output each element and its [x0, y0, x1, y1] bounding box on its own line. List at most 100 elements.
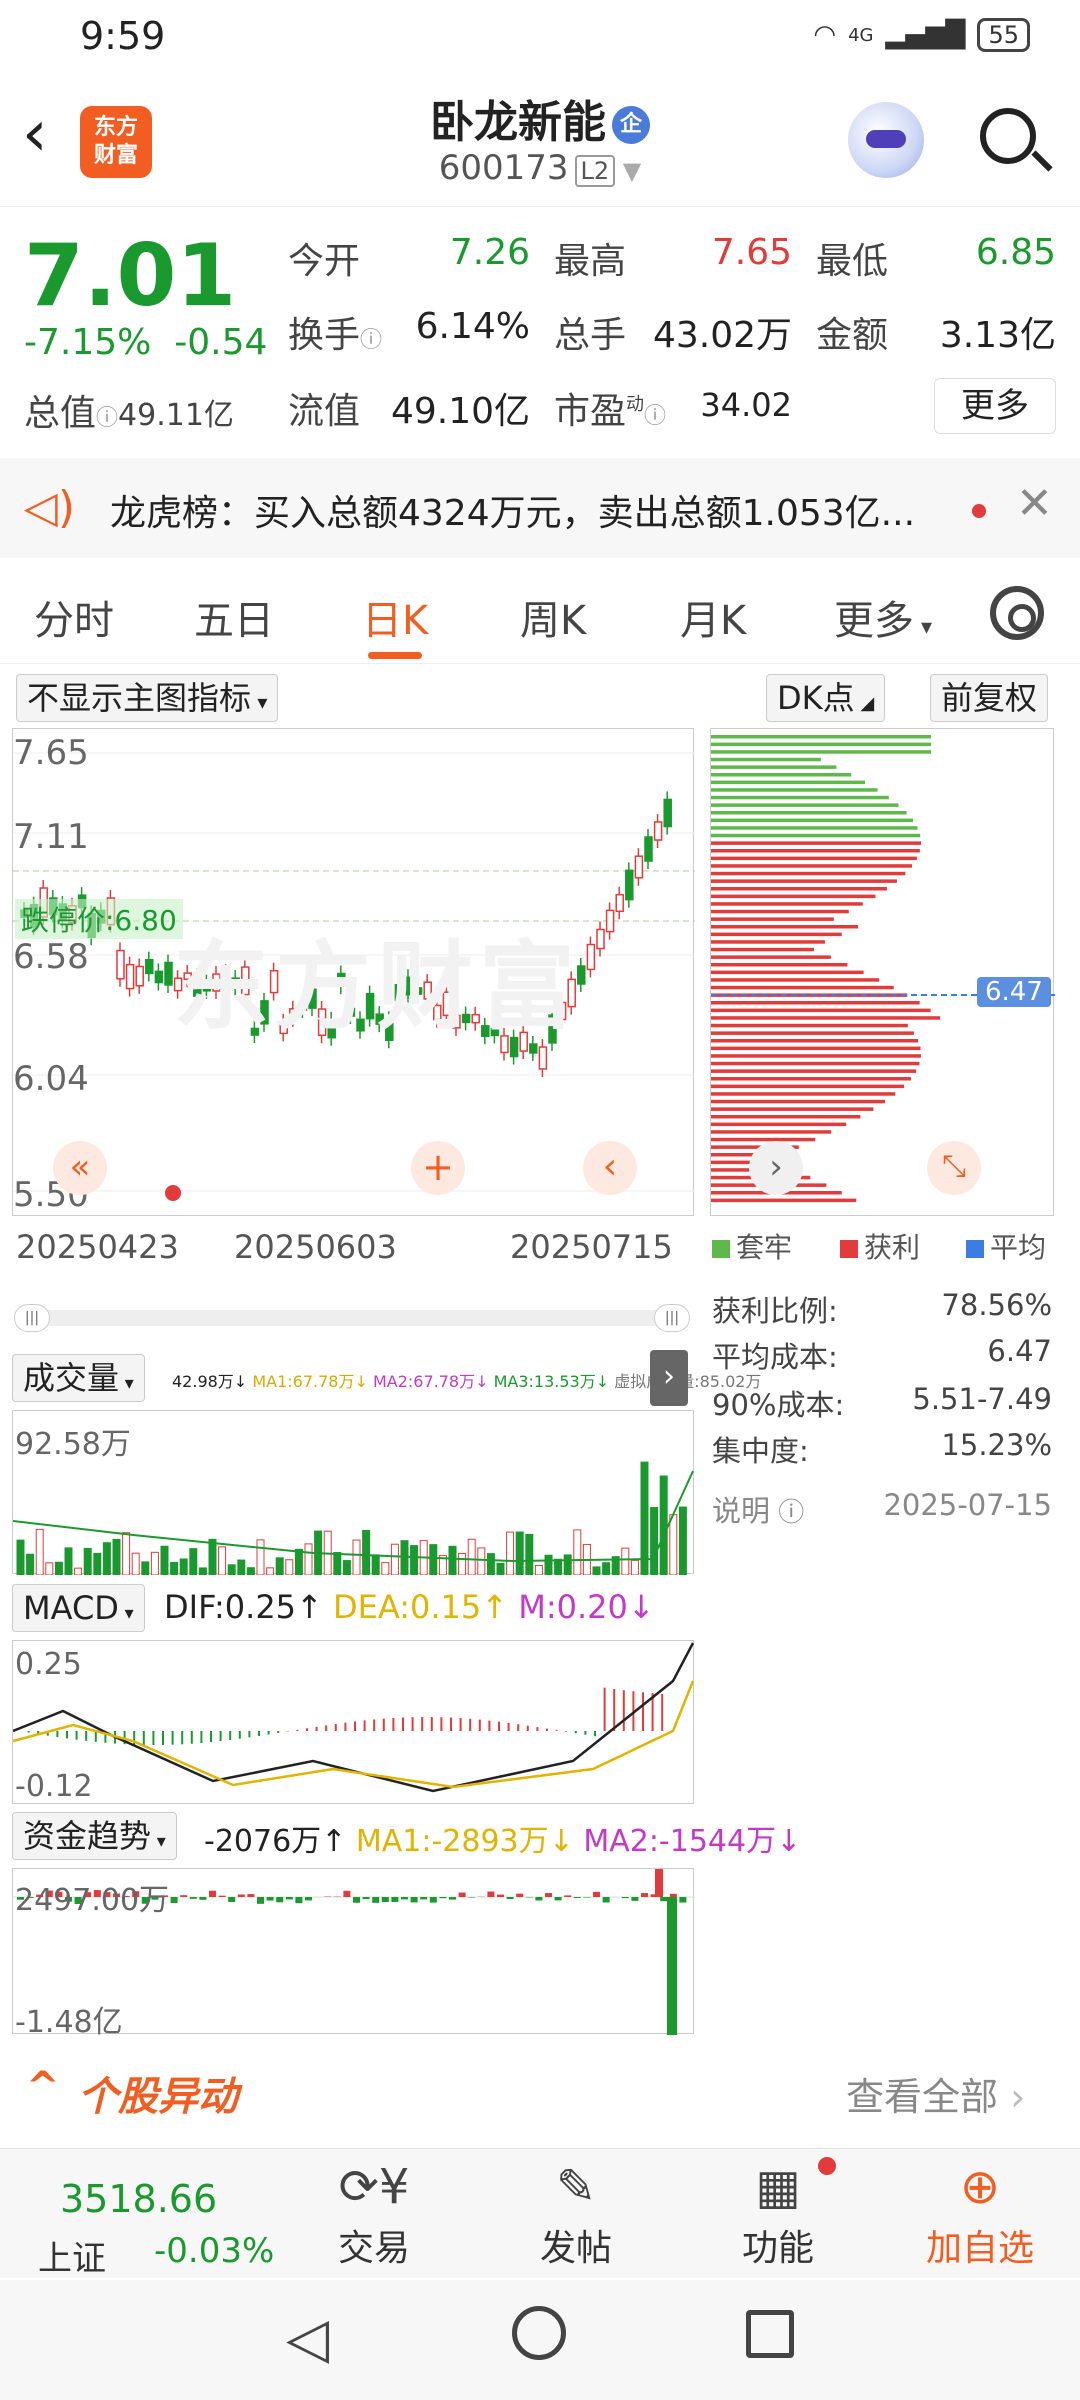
scroll-left-button[interactable]: « [53, 1141, 107, 1195]
volume-bar [477, 1547, 486, 1575]
volume-bar [141, 1561, 150, 1575]
y-label-4: 6.04 [13, 1059, 89, 1099]
crosshair-button[interactable]: + [411, 1141, 465, 1195]
volume-bar [621, 1547, 630, 1575]
chip-bar [711, 795, 889, 800]
index-change[interactable]: -0.03% [154, 2231, 274, 2271]
stock-alert-section[interactable]: ^ 个股异动 查看全部 › [0, 2050, 1080, 2130]
chip-bar [711, 803, 899, 807]
macd-select[interactable]: MACD ▾ [12, 1584, 145, 1632]
low-label: 最低 [816, 241, 889, 282]
open-value: 7.26 [449, 232, 530, 273]
more-button[interactable]: 更多 [934, 378, 1056, 434]
chip-bar [711, 932, 842, 937]
slider-right-handle[interactable]: ||| [654, 1304, 690, 1332]
status-icons: ◠ 4G ▂▄▆█ 55 [813, 18, 1030, 52]
dk-point-select[interactable]: DK点 ◢ [766, 674, 886, 722]
assistant-avatar[interactable] [848, 102, 924, 178]
volume-bar [448, 1545, 457, 1575]
tab-add-watchlist[interactable]: 加自选 [900, 2219, 1060, 2271]
volume-label: 总手 [554, 315, 627, 356]
expand-icon[interactable]: ⤡ [927, 1141, 981, 1195]
volume-bar [189, 1548, 198, 1575]
candle [644, 836, 653, 862]
tab-daily-k[interactable]: 日K [362, 588, 428, 659]
scroll-right-button[interactable]: ‹ [583, 1141, 637, 1195]
close-icon[interactable]: ✕ [1016, 478, 1053, 529]
volume-bar [208, 1538, 217, 1575]
chip-bar [711, 757, 821, 762]
fund-bar [343, 1890, 351, 1897]
event-dot[interactable] [165, 1185, 181, 1201]
dragon-tiger-banner[interactable]: ◁) 龙虎榜：买入总额4324万元，卖出总额1.053亿... ✕ [0, 458, 1080, 558]
range-slider[interactable]: ||| ||| [14, 1304, 690, 1332]
volume-bar [410, 1545, 419, 1575]
watermark: 东方财富 [173, 931, 581, 1043]
chip-bar [711, 1046, 921, 1051]
tab-trade[interactable]: 交易 [294, 2219, 454, 2271]
tab-functions[interactable]: 功能 [698, 2219, 858, 2271]
fund-bar [180, 1895, 188, 1897]
expand-panel-button[interactable]: › [650, 1350, 688, 1406]
tab-intraday[interactable]: 分时 [34, 588, 114, 646]
volume-bar [486, 1553, 495, 1575]
total-value: 总值ⓘ49.11亿 [24, 393, 234, 434]
signal-icon: ▂▄▆█ [885, 20, 966, 50]
wifi-icon: ◠ [813, 20, 837, 50]
trade-icon[interactable]: ⟳¥ [294, 2159, 454, 2215]
volume-bar [554, 1558, 563, 1575]
price-change: -7.15% -0.54 [24, 322, 268, 363]
add-circle-icon[interactable]: ⊕ [900, 2159, 1060, 2215]
fund-bar [276, 1897, 284, 1903]
tab-more[interactable]: 更多 ▾ [834, 588, 932, 646]
macd-chart[interactable]: 0.25 -0.12 [12, 1640, 695, 1804]
nav-recents-icon[interactable] [746, 2310, 794, 2358]
y-label-2: 7.11 [13, 817, 89, 857]
volume-chart[interactable]: 92.58万 [12, 1410, 694, 1575]
tab-weekly-k[interactable]: 周K [520, 588, 586, 646]
info-icon: ⓘ [96, 406, 119, 431]
turnover-label: 换手ⓘ [288, 315, 383, 356]
chip-distribution[interactable]: 6.47 › ⤡ [710, 728, 1055, 1216]
fund-trend-select[interactable]: 资金趋势 ▾ [12, 1812, 177, 1860]
tab-5day[interactable]: 五日 [194, 588, 274, 646]
chip-note-row[interactable]: 说明 ⓘ 2025-07-15 [712, 1488, 1052, 1530]
chip-bar [711, 879, 897, 883]
candle [653, 821, 663, 841]
tab-monthly-k[interactable]: 月K [680, 588, 746, 646]
chip-bar [711, 833, 921, 838]
fund-bar [545, 1893, 552, 1897]
nav-back-icon[interactable]: ◁ [286, 2306, 329, 2371]
fund-top-label: 2497.00万 [15, 1883, 170, 1918]
caret-down-icon: ▼ [615, 157, 642, 185]
fund-trend-chart[interactable]: 2497.00万 -1.48亿 [12, 1868, 695, 2040]
stat-avg-cost: 平均成本: 6.47 [712, 1334, 1052, 1374]
fund-bar [362, 1897, 370, 1900]
volume-select[interactable]: 成交量 ▾ [12, 1354, 145, 1402]
chip-bar [711, 1031, 914, 1035]
candle [605, 909, 615, 933]
info-icon: ⓘ [360, 328, 383, 353]
search-icon[interactable] [980, 108, 1036, 164]
slider-left-handle[interactable]: ||| [14, 1304, 50, 1332]
chip-bar [711, 985, 894, 990]
index-name[interactable]: 上证 [38, 2231, 106, 2280]
tab-post[interactable]: 发帖 [496, 2219, 656, 2271]
volume-bar [544, 1554, 553, 1575]
adjust-select[interactable]: 前复权 [930, 674, 1049, 722]
edit-icon[interactable]: ✎ [496, 2159, 656, 2215]
chip-bar [711, 1099, 886, 1104]
chip-bar [711, 811, 907, 815]
nav-home-icon[interactable] [512, 2306, 566, 2360]
fund-bar [458, 1892, 466, 1897]
chip-bar [711, 773, 852, 777]
fund-bar [554, 1897, 562, 1901]
fund-bar [679, 1897, 687, 1903]
chip-bar [711, 993, 908, 997]
gear-icon[interactable] [990, 586, 1044, 640]
index-value[interactable]: 3518.66 [60, 2177, 217, 2221]
chip-next-button[interactable]: › [749, 1141, 803, 1195]
main-indicator-select[interactable]: 不显示主图指标 ▾ [16, 674, 279, 722]
view-all-link[interactable]: 查看全部 › [846, 2066, 1025, 2121]
kline-chart[interactable]: 东方财富 7.65 7.11 6.58 6.04 5.50 跌停价:6.80 «… [12, 728, 695, 1216]
